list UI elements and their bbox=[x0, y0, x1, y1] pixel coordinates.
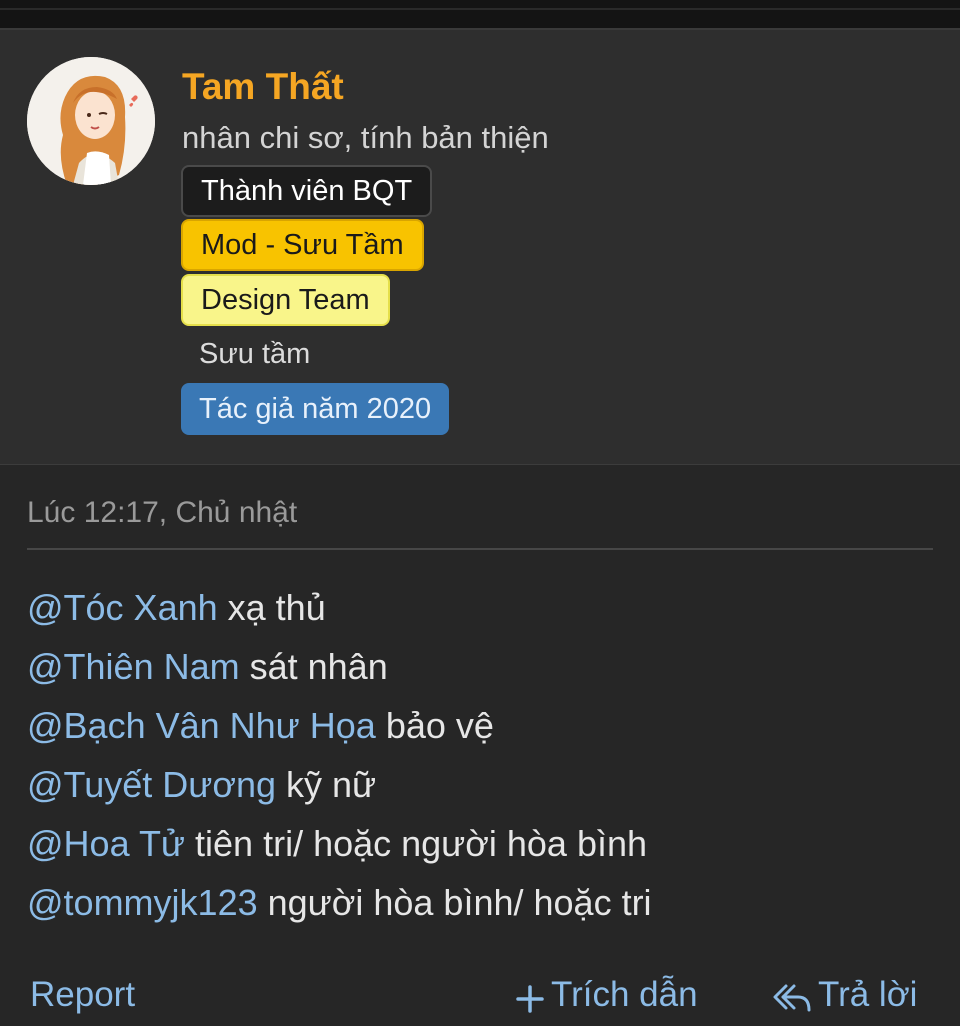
post-line-text: tiên tri/ hoặc người hòa bình bbox=[185, 823, 648, 864]
post-timestamp[interactable]: Lúc 12:17, Chủ nhật bbox=[27, 496, 297, 530]
post-line: @Tuyết Dương kỹ nữ bbox=[27, 761, 933, 820]
message-pointer-arrow bbox=[70, 442, 114, 464]
reply-button[interactable]: Trả lời bbox=[772, 968, 917, 1024]
top-strip bbox=[0, 0, 960, 30]
quote-button-label: Trích dẫn bbox=[551, 975, 698, 1014]
post-line: @Thiên Nam sát nhân bbox=[27, 643, 933, 702]
username[interactable]: Tam Thất bbox=[182, 66, 344, 108]
banner-author-of-year: Tác giả năm 2020 bbox=[181, 383, 450, 435]
user-mention[interactable]: @Thiên Nam bbox=[27, 646, 240, 687]
quote-button[interactable]: Trích dẫn bbox=[515, 968, 698, 1024]
post-divider bbox=[27, 548, 933, 550]
user-mention[interactable]: @Tóc Xanh bbox=[27, 587, 218, 628]
user-mention[interactable]: @tommyjk123 bbox=[27, 882, 258, 923]
post-line-text: kỹ nữ bbox=[276, 764, 377, 805]
user-mention[interactable]: @Bạch Vân Như Họa bbox=[27, 705, 376, 746]
plus-icon bbox=[515, 970, 545, 1024]
post-line-text: người hòa bình/ hoặc tri bbox=[257, 882, 652, 923]
post-line: @Tóc Xanh xạ thủ bbox=[27, 584, 933, 643]
user-title: nhân chi sơ, tính bản thiện bbox=[182, 120, 549, 155]
banner-admin-member: Thành viên BQT bbox=[181, 165, 433, 217]
post-line-text: xạ thủ bbox=[217, 587, 326, 628]
user-mention[interactable]: @Tuyết Dương bbox=[27, 764, 276, 805]
user-avatar[interactable] bbox=[27, 57, 155, 185]
user-mention[interactable]: @Hoa Tử bbox=[27, 823, 185, 864]
post-line: @Hoa Tử tiên tri/ hoặc người hòa bình bbox=[27, 820, 933, 879]
banner-collector: Sưu tầm bbox=[199, 338, 311, 370]
reply-button-label: Trả lời bbox=[818, 975, 918, 1014]
report-link[interactable]: Report bbox=[30, 968, 135, 1022]
post-body: @Tóc Xanh xạ thủ @Thiên Nam sát nhân @Bạ… bbox=[27, 584, 933, 938]
banner-mod-collection: Mod - Sưu Tầm bbox=[181, 219, 424, 271]
post-line: @Bạch Vân Như Họa bảo vệ bbox=[27, 702, 933, 761]
post-line-text: bảo vệ bbox=[375, 705, 494, 746]
post-line: @tommyjk123 người hòa bình/ hoặc tri bbox=[27, 879, 933, 938]
post-actions: Report Trích dẫn Trả lời bbox=[0, 968, 960, 1024]
banner-design-team: Design Team bbox=[181, 274, 390, 326]
post-line-text: sát nhân bbox=[239, 646, 388, 687]
forum-post: Tam Thất nhân chi sơ, tính bản thiện Thà… bbox=[0, 0, 960, 1026]
reply-arrow-icon bbox=[772, 970, 812, 1024]
avatar-illustration bbox=[27, 57, 155, 185]
user-info-block: Tam Thất nhân chi sơ, tính bản thiện Thà… bbox=[0, 30, 960, 465]
